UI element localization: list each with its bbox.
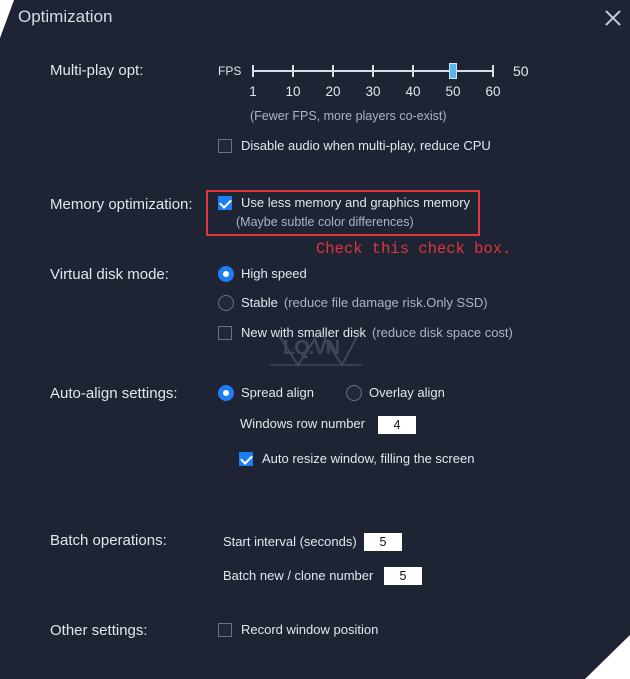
fps-tick-label: 30 [365, 84, 381, 99]
spread-align-radio[interactable] [218, 385, 234, 401]
record-position-label[interactable]: Record window position [241, 622, 378, 637]
fps-tick-label: 50 [445, 84, 461, 99]
fps-label: FPS [218, 64, 242, 78]
clone-number-input[interactable]: 5 [384, 567, 422, 585]
high-speed-label[interactable]: High speed [241, 266, 307, 281]
fps-tick-label: 60 [485, 84, 501, 99]
auto-resize-checkbox[interactable] [239, 452, 253, 466]
fps-tick-label: 40 [405, 84, 421, 99]
watermark-text: LQ.VN [283, 337, 340, 359]
fps-tick [372, 65, 374, 77]
auto-resize-label[interactable]: Auto resize window, filling the screen [262, 451, 474, 466]
multiplay-label: Multi-play opt: [50, 62, 144, 79]
overlay-align-label[interactable]: Overlay align [369, 385, 445, 400]
fps-tick [252, 65, 254, 77]
fps-value: 50 [513, 63, 529, 79]
other-label: Other settings: [50, 622, 148, 639]
stable-option[interactable]: Stable (reduce file damage risk.Only SSD) [241, 295, 488, 310]
fps-tick [292, 65, 294, 77]
watermark-logo: LQ.VN [268, 325, 364, 371]
record-position-checkbox[interactable] [218, 623, 232, 637]
fps-tick [332, 65, 334, 77]
stable-radio[interactable] [218, 295, 234, 311]
memory-label: Memory optimization: [50, 196, 193, 213]
highlight-box [206, 190, 480, 236]
disable-audio-label[interactable]: Disable audio when multi-play, reduce CP… [241, 138, 491, 153]
fps-tick-label: 10 [285, 84, 301, 99]
row-number-label: Windows row number [240, 416, 365, 431]
annotation-text: Check this check box. [316, 240, 512, 258]
stable-label: Stable [241, 295, 278, 310]
overlay-align-radio[interactable] [346, 385, 362, 401]
fps-slider-thumb[interactable] [449, 63, 457, 79]
smaller-disk-checkbox[interactable] [218, 326, 232, 340]
fps-tick-label: 1 [249, 84, 257, 99]
optimization-dialog: Optimization Multi-play opt: FPS 50 1 10… [0, 0, 630, 679]
high-speed-radio[interactable] [218, 266, 234, 282]
row-number-input[interactable]: 4 [378, 416, 416, 434]
fps-tick [492, 65, 494, 77]
spread-align-label[interactable]: Spread align [241, 385, 314, 400]
batch-label: Batch operations: [50, 532, 167, 549]
fps-slider[interactable] [252, 63, 494, 79]
fps-tick-label: 20 [325, 84, 341, 99]
start-interval-input[interactable]: 5 [364, 533, 402, 551]
disable-audio-checkbox[interactable] [218, 139, 232, 153]
start-interval-label: Start interval (seconds) [223, 534, 357, 549]
fps-tick [412, 65, 414, 77]
close-icon[interactable] [602, 7, 624, 29]
dialog-title: Optimization [18, 7, 113, 26]
clone-number-label: Batch new / clone number [223, 568, 374, 583]
fps-hint: (Fewer FPS, more players co-exist) [250, 109, 447, 123]
smaller-disk-note: (reduce disk space cost) [371, 325, 513, 340]
disk-label: Virtual disk mode: [50, 266, 169, 283]
align-label: Auto-align settings: [50, 385, 178, 402]
stable-note: (reduce file damage risk.Only SSD) [283, 295, 488, 310]
